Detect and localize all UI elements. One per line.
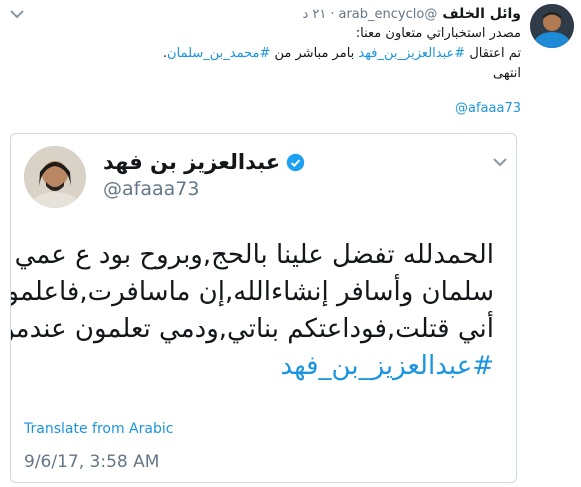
quoted-handle[interactable]: @afaaa73 [103,178,199,200]
quoted-name[interactable]: عبدالعزيز بن فهد [103,150,280,174]
author-name[interactable]: وائل الخلف [442,6,521,22]
author-handle[interactable]: @arab_encyclo [339,7,438,22]
quoted-avatar[interactable] [24,146,86,208]
quoted-line: أني قتلت,فوداعتكم بناتي,ودمي تعلمون عندم… [10,314,494,344]
tweet-line: انتهى [493,66,521,81]
tweet-time[interactable]: ٢١ د [302,7,326,22]
quoted-hashtag[interactable]: #عبدالعزيز_بن_فهد [24,348,495,385]
verified-badge-icon [286,153,305,171]
chevron-down-icon[interactable] [491,155,509,169]
quoted-date: 9/6/17, 3:58 AM [24,452,160,472]
separator-dot: · [330,6,335,22]
tweet-text-segment: بامر مباشر من [274,46,355,61]
hashtag-link[interactable]: #محمد_بن_سلمان [167,46,270,61]
quoted-tweet-card[interactable]: عبدالعزيز بن فهد @afaaa73 الحمدلله تفضل … [10,133,517,483]
tweet-line: مصدر استخباراتي متعاون معنا: [355,26,521,41]
tweet-header: وائل الخلف @arab_encyclo · ٢١ د [302,4,521,24]
hashtag-link[interactable]: #عبدالعزيز_بن_فهد [358,46,465,61]
avatar[interactable] [530,4,574,48]
quoted-author: عبدالعزيز بن فهد [103,150,305,174]
chevron-down-icon[interactable] [8,7,26,21]
quoted-text: الحمدلله تفضل علينا بالحج,وبروح بود ع عم… [10,237,495,385]
mention-link[interactable]: @afaaa73 [455,101,521,116]
tweet-text: مصدر استخباراتي متعاون معنا: تم اعتقال #… [51,24,521,84]
translate-link[interactable]: Translate from Arabic [24,421,173,437]
tweet-text-segment: تم اعتقال [469,46,521,61]
quoted-line: سلمان وأسافر إنشاءالله,إن ماسافرت,فاعلمو… [10,277,494,307]
quoted-line: الحمدلله تفضل علينا بالحج,وبروح بود ع عم… [14,240,494,270]
tweet-line: تم اعتقال #عبدالعزيز_بن_فهد بامر مباشر م… [51,44,521,64]
